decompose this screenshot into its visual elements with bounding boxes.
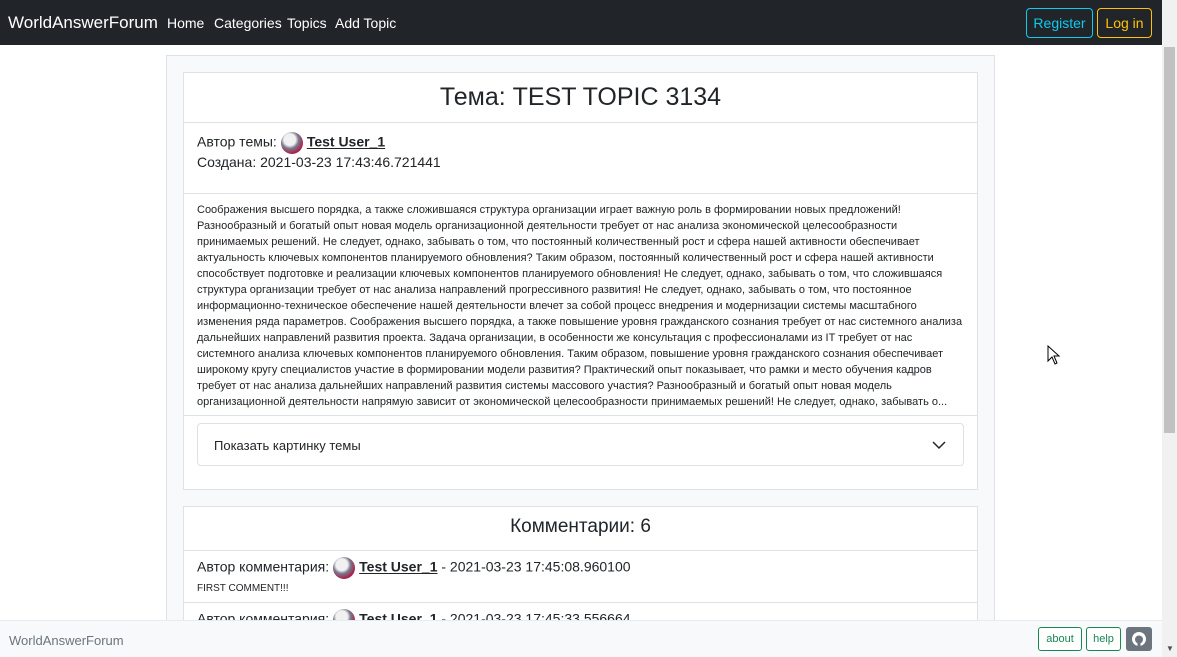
help-button[interactable]: help (1086, 627, 1121, 651)
comment-author-label: Автор комментария: (197, 558, 330, 575)
avatar (280, 132, 303, 154)
about-button[interactable]: about (1038, 627, 1082, 651)
scroll-down-arrow-icon[interactable]: ▼ (1166, 644, 1174, 653)
comment-timestamp: - 2021-03-23 17:45:08.960100 (441, 558, 631, 575)
nav-link-home[interactable]: Home (167, 15, 204, 31)
topic-author-link[interactable]: Test User_1 (307, 134, 385, 150)
github-button[interactable] (1126, 627, 1152, 651)
footer: WorldAnswerForum about help (0, 620, 1162, 657)
show-image-accordion[interactable]: Показать картинку темы (197, 423, 964, 466)
nav-link-categories[interactable]: Categories (214, 15, 282, 31)
topic-card: Тема: TEST TOPIC 3134 Автор темы: Test Us… (183, 72, 978, 490)
comment-text: FIRST COMMENT!!! (197, 583, 289, 594)
avatar (333, 557, 356, 579)
navbar-brand[interactable]: WorldAnswerForum (8, 13, 158, 33)
mouse-cursor-icon (1047, 344, 1061, 370)
footer-brand: WorldAnswerForum (9, 633, 124, 648)
chevron-down-icon (931, 437, 947, 458)
divider (184, 415, 977, 416)
divider (184, 550, 977, 551)
nav-link-topics[interactable]: Topics (287, 15, 327, 31)
comment-header: Автор комментария: Test User_1 - 2021-03-… (197, 557, 631, 579)
topic-body: Соображения высшего порядка, а также сло… (197, 204, 963, 408)
nav-link-add-topic[interactable]: Add Topic (335, 15, 396, 31)
scrollbar-thumb[interactable] (1164, 47, 1175, 433)
topic-title: Тема: TEST TOPIC 3134 (439, 83, 722, 111)
register-button[interactable]: Register (1026, 8, 1093, 38)
comments-title: Комментарии: 6 (510, 516, 651, 537)
login-button[interactable]: Log in (1097, 8, 1152, 38)
topic-author-line: Автор темы: Test User_1 (197, 132, 385, 154)
divider (184, 193, 977, 194)
divider (184, 602, 977, 603)
divider (184, 122, 977, 123)
topic-author-label: Автор темы: (197, 133, 277, 150)
show-image-label: Показать картинку темы (214, 438, 361, 453)
github-icon (1126, 632, 1152, 655)
navbar: WorldAnswerForum Home Categories Topics … (0, 0, 1177, 45)
comment-author-link[interactable]: Test User_1 (359, 559, 437, 575)
topic-created: Создана: 2021-03-23 17:43:46.721441 (197, 154, 441, 170)
